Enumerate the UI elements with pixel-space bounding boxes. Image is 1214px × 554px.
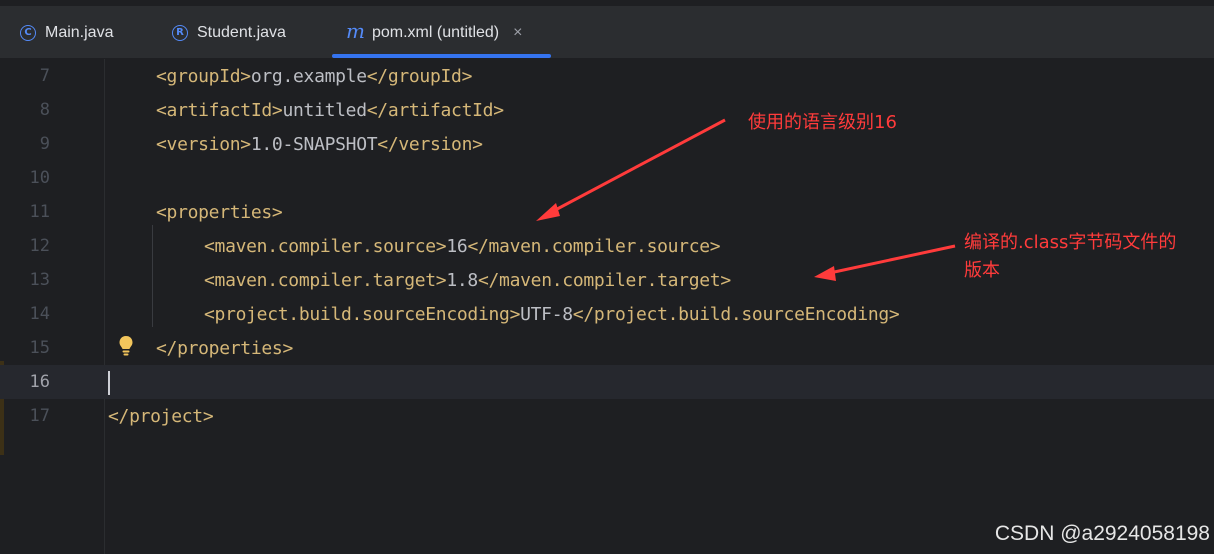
line-number[interactable]: 12 — [0, 236, 50, 256]
xml-value: 1.8 — [446, 269, 478, 291]
code-text: <maven.compiler.target>1.8</maven.compil… — [204, 270, 731, 291]
lightbulb-icon[interactable] — [118, 335, 134, 357]
watermark: CSDN @a2924058198 — [994, 522, 1210, 545]
code-text: <groupId>org.example</groupId> — [156, 66, 472, 87]
line-number[interactable]: 8 — [0, 100, 50, 120]
code-line[interactable]: 9 <version>1.0-SNAPSHOT</version> — [0, 127, 1214, 161]
indent-guide — [152, 225, 153, 327]
xml-tag: <properties> — [156, 201, 283, 223]
tab-pom-xml[interactable]: m pom.xml (untitled) × — [332, 6, 551, 59]
xml-tag: </project> — [108, 405, 214, 427]
code-line[interactable]: 11 <properties> — [0, 195, 1214, 229]
target-annotation-line1: 编译的.class字节码文件的 — [964, 232, 1177, 253]
xml-value: 16 — [446, 235, 468, 257]
xml-tag: <version> — [156, 133, 251, 155]
xml-tag: </version> — [377, 133, 483, 155]
xml-tag: </artifactId> — [366, 99, 504, 121]
xml-tag: <maven.compiler.source> — [204, 235, 447, 257]
tab-student-java[interactable]: R Student.java — [172, 6, 286, 59]
xml-tag: <project.build.sourceEncoding> — [204, 303, 521, 325]
text-caret — [108, 371, 110, 395]
code-line[interactable]: 8 <artifactId>untitled</artifactId> — [0, 93, 1214, 127]
record-icon: R — [172, 24, 188, 41]
line-number[interactable]: 17 — [0, 406, 50, 426]
line-number[interactable]: 10 — [0, 168, 50, 188]
xml-tag: <artifactId> — [156, 99, 283, 121]
tab-label: pom.xml (untitled) — [371, 23, 500, 41]
line-number[interactable]: 14 — [0, 304, 50, 324]
target-annotation-line2: 版本 — [964, 260, 1000, 281]
xml-tag: <maven.compiler.target> — [204, 269, 447, 291]
tab-main-java[interactable]: C Main.java — [20, 6, 113, 59]
code-text: <artifactId>untitled</artifactId> — [156, 100, 504, 121]
xml-tag: </properties> — [156, 337, 293, 359]
code-text: </project> — [108, 405, 214, 427]
line-number[interactable]: 9 — [0, 134, 50, 154]
xml-tag: <groupId> — [156, 65, 251, 87]
code-line[interactable]: 7 <groupId>org.example</groupId> — [0, 59, 1214, 93]
source-annotation: 使用的语言级别16 — [748, 112, 897, 133]
close-icon[interactable]: × — [513, 24, 522, 42]
code-text: </properties> — [156, 338, 293, 359]
code-line[interactable]: 15 </properties> — [0, 331, 1214, 365]
xml-tag: </groupId> — [366, 65, 473, 87]
code-line[interactable]: 16 — [0, 365, 1214, 399]
line-number[interactable]: 15 — [0, 338, 50, 358]
tab-label: Student.java — [197, 23, 286, 41]
xml-value: 1.0-SNAPSHOT — [250, 133, 378, 155]
xml-tag: </maven.compiler.target> — [477, 269, 731, 291]
tab-label: Main.java — [45, 23, 114, 41]
xml-value: org.example — [250, 65, 367, 87]
code-text: <version>1.0-SNAPSHOT</version> — [156, 134, 483, 155]
code-text: <project.build.sourceEncoding>UTF-8</pro… — [204, 303, 900, 325]
editor-tab-bar: C Main.java R Student.java m pom.xml (un… — [0, 0, 1214, 59]
code-text: <maven.compiler.source>16</maven.compile… — [204, 235, 721, 257]
maven-icon: m — [346, 18, 365, 43]
code-line[interactable]: 17 </project> — [0, 399, 1214, 433]
line-number[interactable]: 7 — [0, 66, 50, 86]
code-line[interactable]: 14 <project.build.sourceEncoding>UTF-8</p… — [0, 297, 1214, 331]
code-text: <properties> — [156, 201, 283, 223]
xml-value: untitled — [282, 99, 367, 121]
xml-value: UTF-8 — [520, 303, 573, 325]
line-number[interactable]: 11 — [0, 202, 50, 222]
code-line[interactable]: 10 — [0, 161, 1214, 195]
class-icon: C — [20, 24, 36, 41]
xml-tag: </maven.compiler.source> — [467, 235, 721, 257]
code-line[interactable]: 13 <maven.compiler.target>1.8</maven.comp… — [0, 263, 1214, 297]
code-editor[interactable]: 7 <groupId>org.example</groupId> 8 <artifac… — [0, 59, 1214, 554]
line-number[interactable]: 13 — [0, 270, 50, 290]
line-number[interactable]: 16 — [0, 372, 50, 392]
xml-tag: </project.build.sourceEncoding> — [572, 303, 900, 325]
